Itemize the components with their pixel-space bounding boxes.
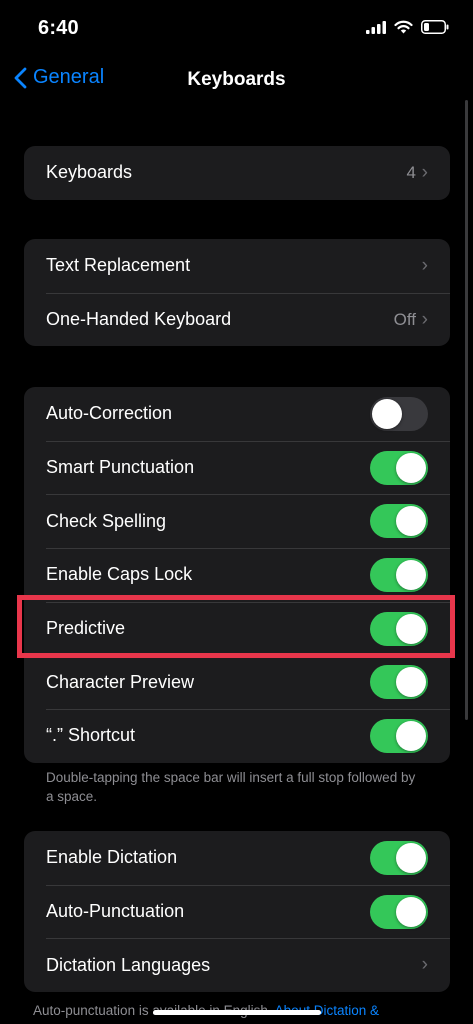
dictation-group: Enable Dictation Auto-Punctuation Dictat… <box>24 831 450 993</box>
keyboards-count: 4 <box>406 162 416 182</box>
toggle-knob <box>396 559 426 590</box>
status-icons <box>366 20 449 34</box>
keyboards-group: Keyboards 4 › <box>24 146 450 200</box>
chevron-right-icon: › <box>421 254 428 276</box>
predictive-row: Predictive <box>24 601 450 656</box>
keyboards-row[interactable]: Keyboards 4 › <box>24 146 450 200</box>
character-preview-toggle[interactable] <box>370 665 428 700</box>
predictive-toggle[interactable] <box>370 611 428 646</box>
navigation-bar: General Keyboards <box>0 58 473 102</box>
chevron-right-icon: › <box>421 954 428 976</box>
chevron-right-icon: › <box>421 308 428 330</box>
check-spelling-row: Check Spelling <box>24 494 450 548</box>
dictation-languages-label: Dictation Languages <box>46 954 211 975</box>
toggle-knob <box>396 896 426 927</box>
period-shortcut-toggle[interactable] <box>370 718 428 753</box>
toggle-knob <box>396 613 426 644</box>
one-handed-keyboard-value: Off <box>393 309 416 329</box>
keyboards-label: Keyboards <box>46 162 133 183</box>
status-time: 6:40 <box>38 17 79 39</box>
character-preview-row: Character Preview <box>24 655 450 709</box>
enable-caps-lock-row: Enable Caps Lock <box>24 548 450 602</box>
enable-dictation-toggle[interactable] <box>370 840 428 875</box>
toggle-knob <box>396 720 426 751</box>
scroll-indicator[interactable] <box>465 100 468 720</box>
auto-punctuation-row: Auto-Punctuation <box>24 884 450 939</box>
enable-caps-lock-label: Enable Caps Lock <box>46 564 193 585</box>
text-group: Text Replacement › One-Handed Keyboard O… <box>24 239 450 347</box>
auto-punctuation-label: Auto-Punctuation <box>46 901 185 922</box>
smart-punctuation-toggle[interactable] <box>370 450 428 485</box>
smart-punctuation-label: Smart Punctuation <box>46 457 195 478</box>
enable-dictation-label: Enable Dictation <box>46 847 178 868</box>
battery-icon <box>421 20 449 34</box>
home-indicator[interactable] <box>153 1010 321 1015</box>
wifi-icon <box>394 20 413 34</box>
smart-punctuation-row: Smart Punctuation <box>24 440 450 495</box>
toggle-knob <box>396 452 426 483</box>
status-bar: 6:40 <box>0 0 473 58</box>
cellular-signal-icon <box>366 20 386 34</box>
auto-correction-row: Auto-Correction <box>24 387 450 441</box>
period-shortcut-label: “.” Shortcut <box>46 725 136 746</box>
predictive-label: Predictive <box>46 618 126 639</box>
auto-correction-label: Auto-Correction <box>46 403 173 424</box>
toggle-knob <box>372 398 402 429</box>
character-preview-label: Character Preview <box>46 671 195 692</box>
dictation-languages-row[interactable]: Dictation Languages › <box>24 938 450 992</box>
check-spelling-label: Check Spelling <box>46 510 167 531</box>
auto-punctuation-toggle[interactable] <box>370 894 428 929</box>
toggle-knob <box>396 842 426 873</box>
auto-correction-toggle[interactable] <box>370 396 428 431</box>
shortcut-footnote: Double-tapping the space bar will insert… <box>46 770 416 804</box>
one-handed-keyboard-label: One-Handed Keyboard <box>46 309 232 330</box>
chevron-right-icon: › <box>421 161 428 183</box>
check-spelling-toggle[interactable] <box>370 504 428 539</box>
enable-caps-lock-toggle[interactable] <box>370 557 428 592</box>
page-title: Keyboards <box>187 69 286 90</box>
toggle-knob <box>396 667 426 698</box>
keyboard-options-group: Auto-Correction Smart Punctuation Check … <box>24 387 450 763</box>
enable-dictation-row: Enable Dictation <box>24 831 450 885</box>
text-replacement-row[interactable]: Text Replacement › <box>24 239 450 293</box>
period-shortcut-row: “.” Shortcut <box>24 709 450 763</box>
text-replacement-label: Text Replacement <box>46 255 191 276</box>
one-handed-keyboard-row[interactable]: One-Handed Keyboard Off › <box>24 292 450 347</box>
toggle-knob <box>396 506 426 537</box>
